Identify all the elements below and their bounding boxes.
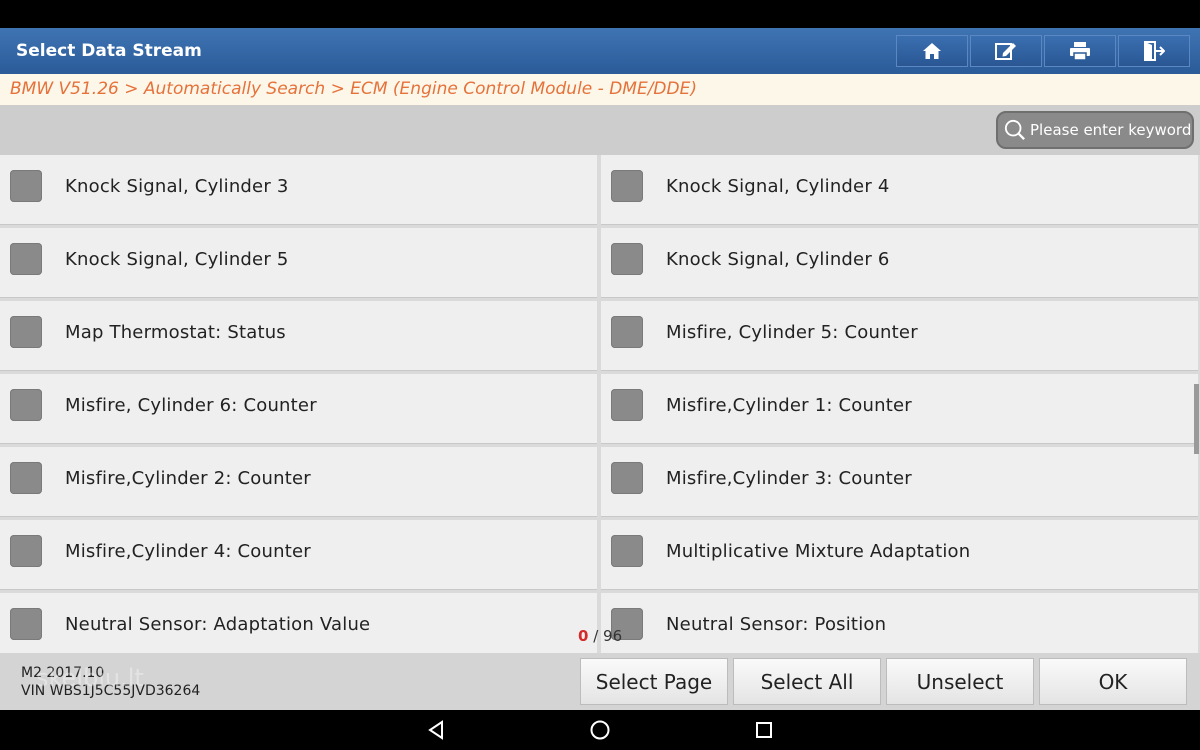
item-label: Multiplicative Mixture Adaptation [666,541,971,562]
scrollbar-thumb[interactable] [1194,384,1199,454]
list-item[interactable]: Neutral Sensor: Adaptation Value [0,593,597,653]
edit-icon [995,43,1016,60]
watermark: skelbiu.lt [36,664,144,692]
exit-button[interactable] [1118,35,1190,67]
item-checkbox[interactable] [10,316,42,348]
status-bar [0,0,1200,28]
item-checkbox[interactable] [611,170,643,202]
select-all-button[interactable]: Select All [733,658,881,705]
item-label: Knock Signal, Cylinder 6 [666,249,890,270]
home-nav-button[interactable] [588,718,612,742]
search-box[interactable] [996,111,1194,149]
list-item[interactable]: Knock Signal, Cylinder 4 [601,155,1198,225]
search-bar [0,105,1200,155]
title-bar: Select Data Stream [0,28,1200,74]
item-checkbox[interactable] [611,243,643,275]
item-checkbox[interactable] [10,389,42,421]
item-label: Misfire, Cylinder 6: Counter [65,395,317,416]
toolbar [896,35,1190,67]
selected-count: 0 [578,627,589,645]
list-item[interactable]: Knock Signal, Cylinder 5 [0,228,597,298]
item-label: Neutral Sensor: Adaptation Value [65,614,371,635]
list-item[interactable]: Misfire,Cylinder 1: Counter [601,374,1198,444]
printer-icon [1070,42,1090,61]
circle-home-icon [590,720,610,740]
breadcrumb-text: BMW V51.26 > Automatically Search > ECM … [10,79,697,99]
list-item[interactable]: Misfire,Cylinder 3: Counter [601,447,1198,517]
list-item[interactable]: Misfire,Cylinder 4: Counter [0,520,597,590]
list-item[interactable]: Neutral Sensor: Position [601,593,1198,653]
item-label: Misfire,Cylinder 1: Counter [666,395,912,416]
list-item[interactable]: Map Thermostat: Status [0,301,597,371]
ok-button[interactable]: OK [1039,658,1187,705]
item-label: Knock Signal, Cylinder 5 [65,249,289,270]
item-checkbox[interactable] [10,535,42,567]
back-button[interactable] [424,718,448,742]
item-checkbox[interactable] [611,535,643,567]
item-checkbox[interactable] [611,462,643,494]
breadcrumb: BMW V51.26 > Automatically Search > ECM … [0,74,1200,105]
item-checkbox[interactable] [611,389,643,421]
item-checkbox[interactable] [10,243,42,275]
item-label: Misfire,Cylinder 2: Counter [65,468,311,489]
search-input[interactable] [1026,121,1192,139]
item-label: Misfire,Cylinder 3: Counter [666,468,912,489]
search-icon [1004,119,1025,140]
home-icon [923,43,941,59]
select-page-button[interactable]: Select Page [580,658,728,705]
back-icon [428,720,443,740]
exit-icon [1144,41,1165,61]
total-count: 96 [603,627,623,645]
item-label: Misfire,Cylinder 4: Counter [65,541,311,562]
list-item[interactable]: Misfire, Cylinder 5: Counter [601,301,1198,371]
square-recents-icon [756,722,772,738]
print-button[interactable] [1044,35,1116,67]
page-title: Select Data Stream [16,41,202,61]
data-stream-list[interactable]: Knock Signal, Cylinder 3 Knock Signal, C… [0,155,1200,653]
item-label: Map Thermostat: Status [65,322,286,343]
list-item[interactable]: Multiplicative Mixture Adaptation [601,520,1198,590]
item-checkbox[interactable] [10,170,42,202]
item-label: Neutral Sensor: Position [666,614,887,635]
recents-button[interactable] [752,718,776,742]
item-checkbox[interactable] [10,462,42,494]
android-nav-bar [0,710,1200,750]
edit-button[interactable] [970,35,1042,67]
item-label: Knock Signal, Cylinder 3 [65,176,289,197]
unselect-button[interactable]: Unselect [886,658,1034,705]
home-button[interactable] [896,35,968,67]
list-item[interactable]: Misfire,Cylinder 2: Counter [0,447,597,517]
item-checkbox[interactable] [10,608,42,640]
list-item[interactable]: Misfire, Cylinder 6: Counter [0,374,597,444]
list-item[interactable]: Knock Signal, Cylinder 3 [0,155,597,225]
item-label: Misfire, Cylinder 5: Counter [666,322,918,343]
selection-counter: 0 / 96 [578,627,622,645]
list-item[interactable]: Knock Signal, Cylinder 6 [601,228,1198,298]
item-label: Knock Signal, Cylinder 4 [666,176,890,197]
bottom-bar: M2 2017.10 VIN WBS1J5C55JVD36264 Select … [0,653,1200,710]
counter-separator: / [588,627,604,645]
item-checkbox[interactable] [611,316,643,348]
